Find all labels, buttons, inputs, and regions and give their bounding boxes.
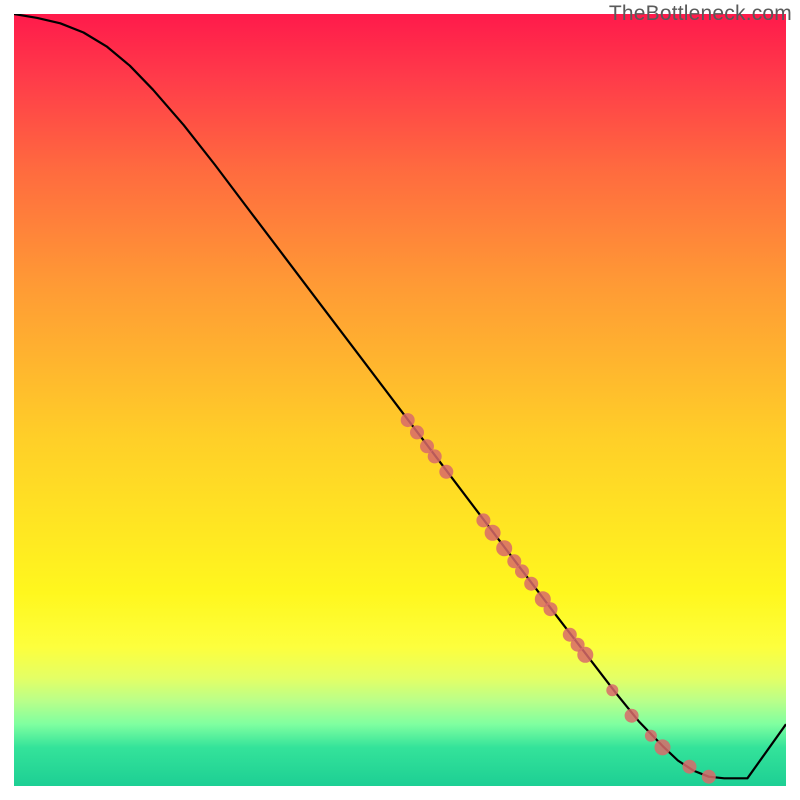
data-point	[702, 770, 716, 784]
chart-overlay-svg	[14, 14, 786, 786]
data-point	[577, 647, 593, 663]
data-point	[683, 760, 697, 774]
data-point	[476, 513, 490, 527]
data-point	[410, 425, 424, 439]
data-point	[401, 413, 415, 427]
attribution-label: TheBottleneck.com	[609, 2, 792, 26]
data-point-group	[401, 413, 716, 784]
data-point	[485, 525, 501, 541]
data-point	[645, 730, 657, 742]
data-point	[524, 577, 538, 591]
data-point	[655, 739, 671, 755]
bottleneck-curve	[14, 14, 786, 778]
data-point	[515, 564, 529, 578]
data-point	[428, 449, 442, 463]
data-point	[606, 684, 618, 696]
data-point	[544, 602, 558, 616]
data-point	[496, 540, 512, 556]
data-point	[439, 465, 453, 479]
data-point	[625, 709, 639, 723]
plot-area	[14, 14, 786, 786]
chart-stage: TheBottleneck.com	[0, 0, 800, 800]
